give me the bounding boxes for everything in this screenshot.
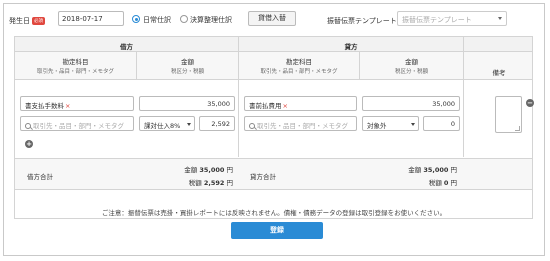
credit-account-header: 勘定科目 xyxy=(286,58,312,66)
credit-account-field[interactable]: 書前払費用× xyxy=(244,96,357,111)
debit-total-amount: 金額 35,000 円 xyxy=(184,166,233,174)
debit-total-label: 借方合計 xyxy=(27,173,53,181)
journal-entry-form: 発生日 必須 2018-07-17 日常仕訳 決算整理仕訳 貸借入替 振替伝票テン… xyxy=(3,3,545,256)
debit-account-header: 勘定科目 xyxy=(62,58,89,66)
debit-total-tax: 税額 2,592 円 xyxy=(188,179,233,187)
credit-amount-header: 金額 xyxy=(405,58,418,66)
memo-header: 備考 xyxy=(492,69,506,77)
credit-title: 貸方 xyxy=(344,43,358,51)
radio-normal-label: 日常仕訳 xyxy=(143,16,171,24)
credit-account-value: 書前払費用 xyxy=(249,102,282,110)
form-header-row: 発生日 必須 2018-07-17 日常仕訳 決算整理仕訳 貸借入替 振替伝票テン… xyxy=(4,9,544,29)
debit-amount-header: 金額 xyxy=(181,58,194,66)
debit-tax-value: 課対仕入8% xyxy=(144,122,181,130)
chevron-down-icon xyxy=(187,123,191,126)
journal-table: 借方 貸方 勘定科目 取引先・品目・部門・メモタグ 金額 税区分・税額 勘定科目… xyxy=(14,36,534,219)
date-label: 発生日 必須 xyxy=(9,17,45,25)
template-label: 振替伝票テンプレート xyxy=(327,17,397,25)
credit-tax-value: 対象外 xyxy=(367,122,387,130)
credit-account-subheader: 取引先・品目・部門・メモタグ xyxy=(260,69,338,75)
radio-normal-entry[interactable] xyxy=(132,15,140,23)
debit-amount-field[interactable]: 35,000 xyxy=(139,96,235,111)
radio-closing-entry[interactable] xyxy=(180,15,188,23)
debit-tax-select[interactable]: 課対仕入8% xyxy=(139,116,195,131)
credit-tax-amount-field[interactable]: 0 xyxy=(423,116,460,131)
template-select[interactable]: 振替伝票テンプレート xyxy=(397,11,507,26)
add-row-icon[interactable]: + xyxy=(25,140,33,148)
search-icon xyxy=(25,123,31,129)
required-badge: 必須 xyxy=(32,17,45,25)
remove-row-icon[interactable]: − xyxy=(526,99,534,107)
template-select-placeholder: 振替伝票テンプレート xyxy=(402,16,472,24)
credit-amount-subheader: 税区分・税額 xyxy=(394,69,428,75)
debit-amount-subheader: 税区分・税額 xyxy=(170,69,204,75)
credit-total-tax: 税額 0 円 xyxy=(428,179,457,187)
credit-amount-field[interactable]: 35,000 xyxy=(362,96,460,111)
notice-text: ご注意：振替伝票は売掛・買掛レポートには反映されません。債権・債務データの登録は… xyxy=(101,209,447,217)
divider xyxy=(463,37,464,157)
debit-tax-amount-field[interactable]: 2,592 xyxy=(199,116,235,131)
debit-account-field[interactable]: 書支払手数料× xyxy=(20,96,134,111)
debit-tag-field[interactable]: 取引先・品目・部門・メモタグ xyxy=(20,116,134,131)
credit-total-amount: 金額 35,000 円 xyxy=(408,166,457,174)
credit-tag-placeholder: 取引先・品目・部門・メモタグ xyxy=(257,122,348,130)
search-icon xyxy=(249,123,255,129)
close-icon[interactable]: × xyxy=(283,102,288,110)
close-icon[interactable]: × xyxy=(65,102,70,110)
chevron-down-icon xyxy=(498,17,502,20)
debit-account-subheader: 取引先・品目・部門・メモタグ xyxy=(36,69,114,75)
totals-band: 借方合計 金額 35,000 円 税額 2,592 円 貸方合計 金額 35,0… xyxy=(15,158,532,190)
swap-debit-credit-button[interactable]: 貸借入替 xyxy=(248,11,296,26)
credit-tag-field[interactable]: 取引先・品目・部門・メモタグ xyxy=(244,116,357,131)
memo-textarea[interactable] xyxy=(495,96,522,133)
debit-title: 借方 xyxy=(120,43,133,51)
register-button[interactable]: 登録 xyxy=(231,222,323,239)
debit-tag-placeholder: 取引先・品目・部門・メモタグ xyxy=(33,122,124,130)
date-input[interactable]: 2018-07-17 xyxy=(58,11,124,26)
credit-total-label: 貸方合計 xyxy=(250,173,276,181)
debit-account-value: 書支払手数料 xyxy=(25,102,64,110)
chevron-down-icon xyxy=(411,123,415,126)
radio-closing-label: 決算整理仕訳 xyxy=(190,16,232,24)
divider xyxy=(238,37,239,157)
credit-tax-select[interactable]: 対象外 xyxy=(362,116,419,131)
